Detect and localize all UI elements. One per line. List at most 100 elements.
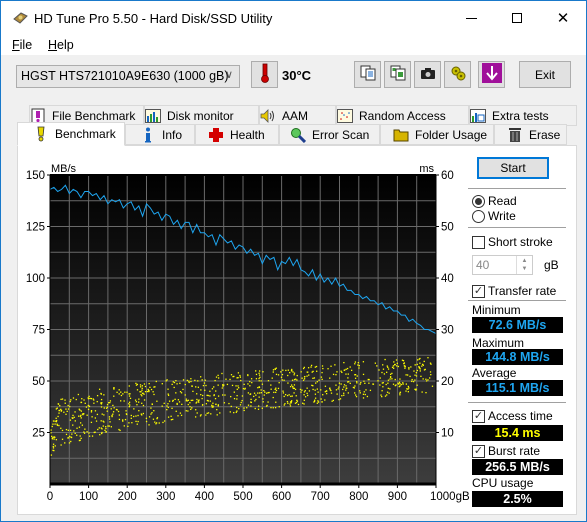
access-time-point [357, 364, 359, 366]
access-time-point [374, 362, 377, 364]
access-time-point [136, 423, 138, 425]
access-time-point [88, 405, 91, 408]
access-time-point [300, 391, 302, 393]
access-time-point [260, 389, 262, 391]
access-time-point [199, 415, 202, 417]
access-time-point [264, 391, 266, 393]
access-time-point [131, 422, 133, 424]
transfer-rate-checkbox[interactable]: ✓ Transfer rate [472, 284, 556, 298]
access-time-point [60, 444, 62, 446]
y-right-tick-label: 50 [441, 222, 454, 234]
access-time-point [291, 379, 294, 381]
short-stroke-size-stepper[interactable]: 40 ▲ ▼ [472, 255, 533, 275]
access-time-point [128, 406, 131, 408]
write-radio-label: Write [488, 209, 516, 223]
access-time-point [100, 392, 102, 395]
access-time-point [54, 420, 56, 422]
access-time-point [186, 379, 189, 382]
access-time-point [130, 417, 132, 419]
access-time-point [387, 387, 389, 389]
access-time-point [155, 422, 158, 424]
access-time-point [184, 383, 186, 386]
y-right-tick-label: 20 [441, 376, 454, 388]
access-time-point [56, 407, 58, 409]
access-time-point [394, 378, 396, 381]
access-time-point [425, 392, 427, 394]
access-time-point [66, 410, 68, 413]
access-time-point [385, 371, 388, 373]
access-time-point [423, 360, 425, 363]
checkmark-icon: ✓ [473, 284, 484, 297]
access-time-point [153, 393, 155, 396]
access-time-point [284, 403, 286, 405]
access-time-point [141, 414, 143, 416]
short-stroke-checkbox[interactable]: Short stroke [472, 235, 553, 249]
access-time-point [79, 422, 82, 424]
write-radio[interactable]: Write [472, 209, 516, 223]
access-time-point [354, 392, 356, 394]
access-time-point [58, 424, 60, 427]
access-time-point [283, 395, 285, 398]
access-time-point [177, 399, 180, 401]
access-time-point [414, 374, 416, 376]
access-time-point [148, 416, 151, 418]
transfer-rate-checkbox-box: ✓ [472, 284, 485, 298]
access-time-point [320, 389, 322, 391]
access-time-point [341, 371, 343, 374]
access-time-point [278, 406, 280, 408]
access-time-point [274, 388, 276, 391]
access-time-point [255, 398, 257, 401]
access-time-point [364, 382, 366, 384]
access-time-point [142, 412, 144, 415]
access-time-point [258, 405, 260, 407]
access-time-point [161, 383, 163, 385]
read-radio[interactable]: Read [472, 194, 517, 208]
access-time-point [284, 393, 287, 396]
access-time-point [112, 413, 114, 415]
access-time-point [300, 371, 302, 373]
read-radio-label: Read [488, 194, 517, 208]
access-time-point [110, 426, 112, 428]
access-time-point [175, 380, 177, 382]
access-time-point [274, 406, 277, 409]
access-time-point [236, 410, 238, 412]
access-time-checkbox[interactable]: ✓ Access time [472, 409, 553, 423]
access-time-point [237, 385, 239, 387]
access-time-point [299, 388, 302, 391]
access-time-point [201, 397, 203, 400]
access-time-point [55, 417, 57, 419]
access-time-point [249, 393, 251, 396]
access-time-point [167, 403, 169, 405]
access-time-point [148, 382, 150, 385]
burst-rate-checkbox[interactable]: ✓ Burst rate [472, 444, 540, 458]
access-time-point [280, 376, 283, 378]
start-button[interactable]: Start [477, 157, 549, 179]
access-time-point [187, 403, 189, 406]
access-time-point [272, 396, 274, 399]
access-time-point [246, 407, 248, 409]
access-time-point [221, 372, 223, 375]
access-time-point [93, 399, 95, 401]
access-time-point [194, 379, 196, 382]
access-time-point [204, 389, 206, 391]
access-time-point [91, 435, 94, 437]
access-time-point [422, 378, 424, 380]
access-time-point [294, 388, 297, 391]
stepper-arrows[interactable]: ▲ ▼ [516, 256, 532, 274]
access-time-point [89, 397, 91, 400]
access-time-point [113, 388, 115, 390]
access-time-point [397, 365, 400, 368]
tab-benchmark[interactable]: Benchmark [17, 122, 125, 146]
access-time-point [90, 421, 93, 424]
access-time-point [189, 402, 191, 404]
access-time-point [100, 427, 102, 429]
access-time-point [212, 405, 214, 407]
access-time-point [283, 404, 285, 406]
access-time-point [348, 381, 350, 383]
access-time-point [291, 370, 293, 372]
access-time-point [67, 408, 70, 410]
access-time-point [250, 401, 253, 404]
burst-rate-value: 256.5 MB/s [472, 459, 563, 475]
access-time-point [336, 371, 338, 373]
access-time-point [295, 401, 298, 404]
